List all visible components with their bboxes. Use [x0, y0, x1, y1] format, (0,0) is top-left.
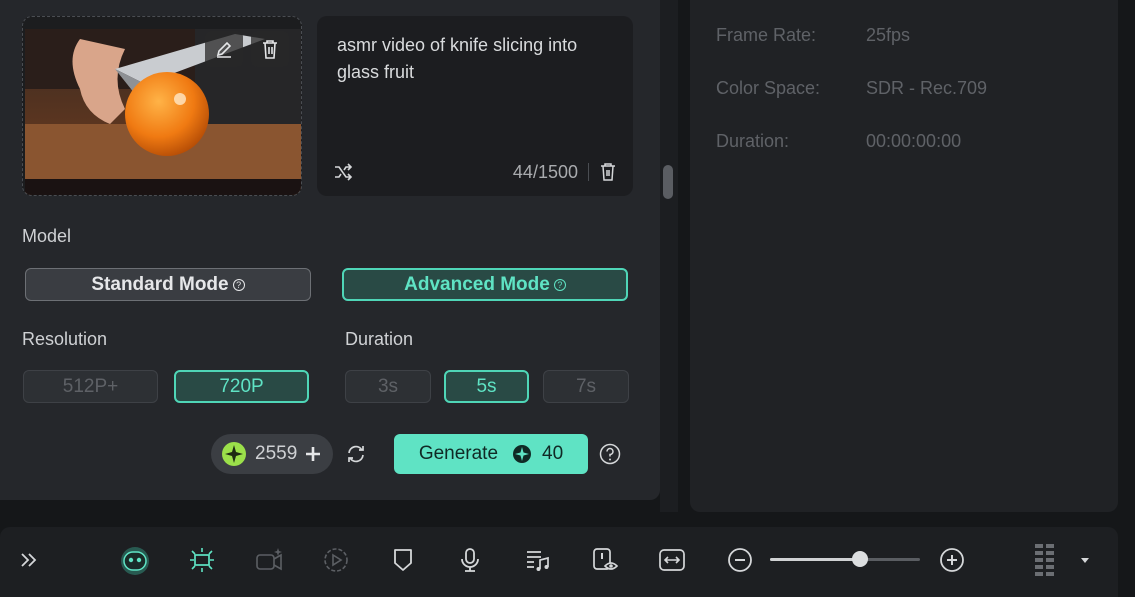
help-icon[interactable]: ? — [232, 278, 245, 291]
dropdown-arrow-icon[interactable] — [1068, 543, 1102, 577]
help-circle-icon[interactable] — [599, 443, 621, 465]
resolution-720p-button[interactable]: 720P — [174, 370, 309, 403]
trash-icon — [263, 40, 277, 59]
fit-width-icon[interactable] — [655, 543, 689, 577]
zoom-out-icon[interactable] — [723, 543, 757, 577]
resolution-label: Resolution — [22, 329, 108, 349]
add-credits-icon[interactable] — [305, 446, 321, 462]
shuffle-icon[interactable] — [333, 163, 353, 181]
advanced-mode-label: Advanced Mode — [404, 273, 550, 295]
resolution-512p-button[interactable]: 512P+ — [23, 370, 158, 403]
scrollbar-thumb[interactable] — [663, 165, 673, 199]
duration-info-value: 00:00:00:00 — [866, 131, 962, 151]
microphone-icon[interactable] — [453, 543, 487, 577]
zoom-in-icon[interactable] — [935, 543, 969, 577]
properties-panel: Frame Rate: 25fps Color Space: SDR - Rec… — [690, 0, 1118, 512]
credit-coin-icon — [513, 445, 532, 463]
refresh-icon[interactable] — [346, 444, 366, 464]
duration-info-label: Duration: — [716, 131, 790, 151]
credits-value: 2559 — [255, 443, 298, 464]
standard-mode-button[interactable]: Standard Mode? — [25, 268, 311, 301]
generate-label: Generate — [418, 443, 499, 464]
model-label: Model — [22, 226, 72, 246]
play-circle-icon[interactable] — [319, 543, 353, 577]
app-root: asmr video of knife slicing into glass f… — [0, 0, 1135, 597]
prompt-char-count: 44/1500 — [512, 161, 578, 182]
color-space-label: Color Space: — [716, 78, 821, 98]
credits-balance[interactable]: 2559 — [211, 434, 333, 474]
color-space-value: SDR - Rec.709 — [866, 78, 988, 98]
expand-chevrons-icon[interactable] — [12, 543, 46, 577]
scrollbar-track[interactable] — [660, 0, 678, 512]
grid-layout-icon[interactable] — [1028, 543, 1062, 577]
standard-mode-label: Standard Mode — [91, 273, 229, 295]
prompt-footer: 44/1500 — [333, 160, 617, 184]
auto-reframe-icon[interactable] — [185, 543, 219, 577]
music-list-icon[interactable] — [521, 543, 555, 577]
generate-button[interactable]: Generate 40 — [394, 434, 588, 474]
preview-eye-icon[interactable] — [588, 543, 622, 577]
help-icon[interactable]: ? — [553, 278, 566, 291]
clear-prompt-trash-icon[interactable] — [599, 162, 617, 182]
delete-image-button[interactable] — [251, 31, 289, 67]
frame-rate-value: 25fps — [866, 25, 911, 45]
timeline-toolbar — [0, 527, 1118, 597]
duration-7s-button[interactable]: 7s — [543, 370, 629, 403]
edit-image-button[interactable] — [205, 31, 243, 67]
reference-image-box[interactable] — [22, 16, 302, 196]
ai-video-icon[interactable] — [252, 543, 286, 577]
zoom-slider-knob[interactable] — [852, 551, 868, 567]
ai-robot-icon[interactable] — [118, 543, 152, 577]
marker-shield-icon[interactable] — [386, 543, 420, 577]
credit-star-icon — [222, 442, 246, 466]
image-actions — [205, 31, 289, 67]
ai-video-panel: asmr video of knife slicing into glass f… — [0, 0, 660, 500]
divider — [588, 163, 589, 181]
duration-5s-button[interactable]: 5s — [444, 370, 529, 403]
duration-label: Duration — [345, 329, 414, 349]
pencil-icon — [216, 41, 232, 58]
frame-rate-label: Frame Rate: — [716, 25, 817, 45]
zoom-slider[interactable] — [770, 551, 920, 567]
zoom-slider-fill — [770, 558, 860, 561]
generate-cost: 40 — [542, 443, 564, 464]
prompt-text[interactable]: asmr video of knife slicing into glass f… — [337, 32, 622, 86]
duration-3s-button[interactable]: 3s — [345, 370, 431, 403]
prompt-input-box[interactable]: asmr video of knife slicing into glass f… — [317, 16, 633, 196]
advanced-mode-button[interactable]: Advanced Mode? — [342, 268, 628, 301]
